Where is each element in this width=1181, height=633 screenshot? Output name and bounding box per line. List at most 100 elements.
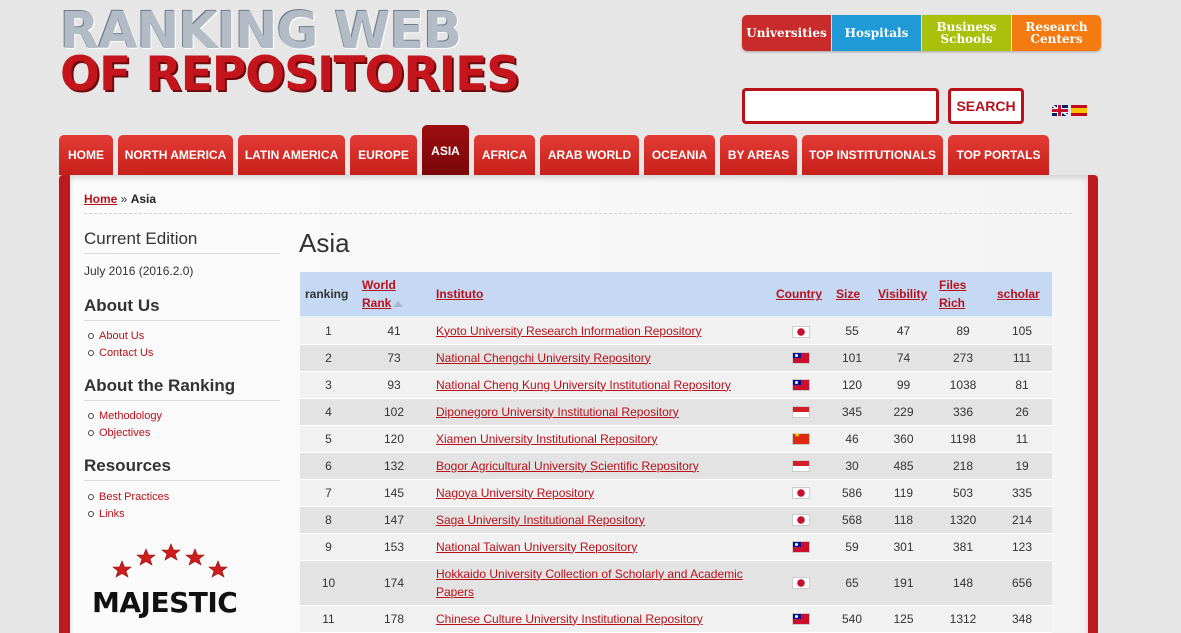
- cell-size: 101: [831, 344, 873, 372]
- about-us-link[interactable]: About Us: [99, 330, 144, 342]
- header-world-rank-line1: World: [362, 278, 396, 292]
- cell-visibility: 125: [873, 605, 934, 633]
- header-scholar[interactable]: scholar: [992, 272, 1052, 318]
- country-flag-jp-icon: [792, 577, 810, 590]
- cell-visibility: 99: [873, 371, 934, 399]
- cell-country: [771, 605, 831, 633]
- tab-africa[interactable]: AFRICA: [474, 135, 535, 175]
- cell-world-rank: 153: [357, 533, 431, 561]
- best-practices-link[interactable]: Best Practices: [99, 491, 169, 503]
- category-business-schools-button[interactable]: Business Schools: [922, 15, 1011, 51]
- spanish-flag-icon[interactable]: [1071, 105, 1087, 116]
- search-input[interactable]: [742, 88, 939, 124]
- cell-instituto: National Taiwan University Repository: [431, 533, 771, 561]
- cell-files-rich: 381: [934, 533, 992, 561]
- header-files-rich[interactable]: Files Rich: [934, 272, 992, 318]
- tab-top-portals[interactable]: TOP PORTALS: [948, 135, 1049, 175]
- resources-links: Best Practices Links: [86, 489, 169, 523]
- links-link[interactable]: Links: [99, 508, 125, 520]
- country-flag-jp-icon: [792, 325, 810, 338]
- header-world-rank[interactable]: World Rank: [357, 272, 431, 318]
- cell-size: 345: [831, 398, 873, 426]
- tab-arab-world[interactable]: ARAB WORLD: [540, 135, 639, 175]
- country-flag-tw-icon: [792, 379, 810, 392]
- table-row: 4 102 Diponegoro University Institutional …: [300, 398, 1052, 426]
- header-country[interactable]: Country: [771, 272, 831, 318]
- cell-instituto: Bogor Agricultural University Scientific…: [431, 452, 771, 480]
- cell-files-rich: 1198: [934, 425, 992, 453]
- about-ranking-links: Methodology Objectives: [86, 408, 162, 442]
- header-visibility[interactable]: Visibility: [873, 272, 934, 318]
- repository-link[interactable]: Xiamen University Institutional Reposito…: [436, 432, 657, 446]
- table-row: 7 145 Nagoya University Repository 586 119 50…: [300, 479, 1052, 507]
- cell-ranking: 2: [300, 344, 357, 372]
- repository-link[interactable]: Diponegoro University Institutional Repo…: [436, 405, 679, 419]
- cell-ranking: 3: [300, 371, 357, 399]
- category-research-centers-button[interactable]: Research Centers: [1012, 15, 1101, 51]
- repository-link[interactable]: Bogor Agricultural University Scientific…: [436, 459, 699, 473]
- english-flag-icon[interactable]: [1052, 105, 1068, 116]
- tab-oceania[interactable]: OCEANIA: [644, 135, 715, 175]
- objectives-link[interactable]: Objectives: [99, 427, 150, 439]
- contact-us-link[interactable]: Contact Us: [99, 347, 153, 359]
- tab-home[interactable]: HOME: [59, 135, 113, 175]
- breadcrumb-home-link[interactable]: Home: [84, 192, 117, 206]
- repository-link[interactable]: Saga University Institutional Repository: [436, 513, 645, 527]
- cell-visibility: 47: [873, 317, 934, 345]
- repository-link[interactable]: Hokkaido University Collection of Schola…: [436, 567, 743, 599]
- table-row: 11 178 Chinese Culture University Institut…: [300, 605, 1052, 633]
- tab-north-america[interactable]: NORTH AMERICA: [118, 135, 233, 175]
- breadcrumb: Home » Asia: [84, 192, 156, 206]
- country-flag-id-icon: [792, 460, 810, 473]
- cell-instituto: National Cheng Kung University Instituti…: [431, 371, 771, 399]
- cell-instituto: National Chengchi University Repository: [431, 344, 771, 372]
- cell-instituto: Hokkaido University Collection of Schola…: [431, 560, 771, 606]
- list-item: Links: [86, 506, 169, 523]
- repository-link[interactable]: National Taiwan University Repository: [436, 540, 637, 554]
- tab-europe[interactable]: EUROPE: [350, 135, 417, 175]
- table-row: 2 73 National Chengchi University Reposito…: [300, 344, 1052, 372]
- methodology-link[interactable]: Methodology: [99, 410, 162, 422]
- resources-heading: Resources: [84, 456, 280, 481]
- cell-world-rank: 178: [357, 605, 431, 633]
- cell-ranking: 9: [300, 533, 357, 561]
- cell-country: [771, 506, 831, 534]
- list-item: About Us: [86, 328, 153, 345]
- current-edition-heading: Current Edition: [84, 229, 280, 254]
- repository-link[interactable]: Chinese Culture University Institutional…: [436, 612, 703, 626]
- cell-ranking: 5: [300, 425, 357, 453]
- search-button[interactable]: SEARCH: [948, 88, 1024, 124]
- majestic-logo[interactable]: MAJESTIC: [84, 540, 264, 630]
- category-universities-button[interactable]: Universities: [742, 15, 831, 51]
- current-edition-value: July 2016 (2016.2.0): [84, 264, 194, 278]
- majestic-stars-icon: [112, 543, 228, 578]
- tab-latin-america[interactable]: LATIN AMERICA: [238, 135, 345, 175]
- repository-link[interactable]: Kyoto University Research Information Re…: [436, 324, 701, 338]
- repository-link[interactable]: National Chengchi University Repository: [436, 351, 651, 365]
- sort-ascending-icon: [393, 300, 404, 307]
- list-item: Best Practices: [86, 489, 169, 506]
- repository-link[interactable]: Nagoya University Repository: [436, 486, 594, 500]
- country-flag-id-icon: [792, 406, 810, 419]
- category-buttons: Universities Hospitals Business Schools …: [742, 15, 1101, 51]
- cell-size: 46: [831, 425, 873, 453]
- site-logo[interactable]: RANKING WEB OF REPOSITORIES: [60, 6, 520, 99]
- tab-top-institutionals[interactable]: TOP INSTITUTIONALS: [802, 135, 943, 175]
- cell-scholar: 105: [992, 317, 1052, 345]
- cell-visibility: 360: [873, 425, 934, 453]
- cell-scholar: 26: [992, 398, 1052, 426]
- category-hospitals-button[interactable]: Hospitals: [832, 15, 921, 51]
- list-item: Objectives: [86, 425, 162, 442]
- tab-by-areas[interactable]: BY AREAS: [720, 135, 797, 175]
- table-header-row: ranking World Rank Instituto Country Size…: [300, 272, 1052, 318]
- cell-scholar: 335: [992, 479, 1052, 507]
- tab-asia[interactable]: ASIA: [422, 125, 469, 175]
- cell-size: 568: [831, 506, 873, 534]
- cell-instituto: Chinese Culture University Institutional…: [431, 605, 771, 633]
- repository-link[interactable]: National Cheng Kung University Instituti…: [436, 378, 731, 392]
- cell-scholar: 11: [992, 425, 1052, 453]
- header-size[interactable]: Size: [831, 272, 873, 318]
- list-item: Contact Us: [86, 345, 153, 362]
- header-instituto[interactable]: Instituto: [431, 272, 771, 318]
- cell-size: 540: [831, 605, 873, 633]
